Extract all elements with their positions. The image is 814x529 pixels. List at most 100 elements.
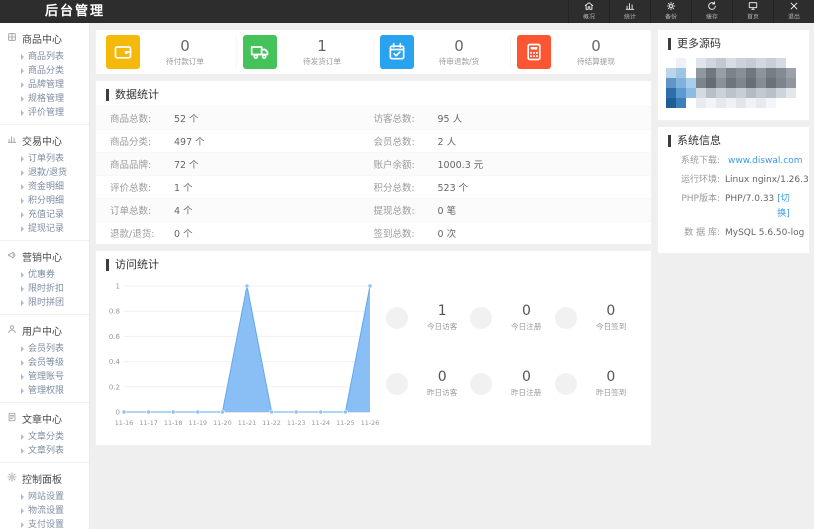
system-info-row: 数 据 库:MySQL 5.6.50-log (658, 224, 809, 243)
sidebar-section: 控制面板网站设置物流设置支付设置导航管理广告管理友情链接 (0, 463, 89, 529)
stat-label: 会员总数: (374, 134, 438, 148)
mini-stat-meta: 0今日注册 (498, 304, 554, 332)
sidebar-section-商品中心[interactable]: 商品中心 (0, 26, 89, 50)
data-stats-cell: 积分总数:523 个 (374, 180, 638, 194)
sidebar-item-评价管理[interactable]: 评价管理 (0, 106, 89, 120)
gear-icon (666, 1, 676, 11)
mosaic-pixel (786, 88, 796, 98)
content-column: 0待付款订单1待发货订单0待审退款/货0待结算提现 数据统计 商品总数:52 个… (95, 29, 652, 529)
system-info-label: PHP版本: (668, 192, 720, 222)
header-actions: 概况统计备份 缓存首页退出 (568, 0, 814, 23)
chevron-right-icon (21, 198, 24, 204)
sidebar-section-label: 商品中心 (22, 31, 62, 46)
sidebar-section-营销中心[interactable]: 营销中心 (0, 244, 89, 268)
mini-stat-meta: 0今日签到 (583, 304, 639, 332)
sidebar-item-label: 商品列表 (28, 52, 64, 62)
data-stats-cell: 提现总数:0 笔 (374, 203, 638, 217)
blurred-logo-image[interactable] (666, 58, 801, 108)
sidebar-item-退款/退货[interactable]: 退款/退货 (0, 166, 89, 180)
svg-text:1: 1 (116, 283, 120, 291)
sidebar-item-文章列表[interactable]: 文章列表 (0, 444, 89, 458)
mosaic-pixel (696, 88, 706, 98)
mosaic-pixel (716, 58, 726, 68)
chevron-right-icon (21, 54, 24, 60)
sidebar-section-文章中心[interactable]: 文章中心 (0, 406, 89, 430)
mosaic-pixel (716, 68, 726, 78)
mosaic-pixel (746, 88, 756, 98)
svg-text:11-23: 11-23 (287, 419, 306, 427)
sidebar-section-控制面板[interactable]: 控制面板 (0, 466, 89, 490)
header-action-退出[interactable]: 退出 (773, 0, 814, 23)
sidebar-item-label: 会员列表 (28, 344, 64, 354)
sidebar-section: 营销中心优惠券限时折扣限时拼团 (0, 241, 89, 315)
sidebar-item-物流设置[interactable]: 物流设置 (0, 504, 89, 518)
sidebar-item-文章分类[interactable]: 文章分类 (0, 430, 89, 444)
mini-stat-今日签到: 0今日签到 (555, 304, 639, 332)
sidebar-item-充值记录[interactable]: 充值记录 (0, 208, 89, 222)
mosaic-pixel (716, 78, 726, 88)
header-action-概况[interactable]: 概况 (568, 0, 609, 23)
sidebar-item-label: 规格管理 (28, 94, 64, 104)
chevron-right-icon (21, 212, 24, 218)
system-info-value: PHP/7.0.33 (725, 192, 774, 222)
sidebar-item-规格管理[interactable]: 规格管理 (0, 92, 89, 106)
chevron-right-icon (21, 494, 24, 500)
summary-card-待审退款/货[interactable]: 0待审退款/货 (373, 35, 510, 69)
sidebar-item-管理权限[interactable]: 管理权限 (0, 384, 89, 398)
sidebar-item-限时折扣[interactable]: 限时折扣 (0, 282, 89, 296)
stat-circle-icon (470, 373, 492, 395)
sidebar-item-label: 充值记录 (28, 210, 64, 220)
svg-text:0.6: 0.6 (109, 333, 121, 341)
header-action-首页[interactable]: 首页 (732, 0, 773, 23)
mosaic-pixel (736, 88, 746, 98)
sidebar-item-管理账号[interactable]: 管理账号 (0, 370, 89, 384)
layout: 商品中心商品列表商品分类品牌管理规格管理评价管理交易中心订单列表退款/退货资金明… (0, 23, 814, 529)
mosaic-pixel (776, 98, 786, 108)
sidebar-item-品牌管理[interactable]: 品牌管理 (0, 78, 89, 92)
sidebar-item-支付设置[interactable]: 支付设置 (0, 518, 89, 529)
summary-cards-panel: 0待付款订单1待发货订单0待审退款/货0待结算提现 (95, 29, 652, 75)
sidebar-section-交易中心[interactable]: 交易中心 (0, 128, 89, 152)
sidebar-item-订单列表[interactable]: 订单列表 (0, 152, 89, 166)
mini-stat-meta: 1今日访客 (414, 304, 470, 332)
data-stats-cell: 签到总数:0 次 (374, 226, 638, 240)
summary-card-待结算提现[interactable]: 0待结算提现 (510, 35, 647, 69)
sidebar-item-商品分类[interactable]: 商品分类 (0, 64, 89, 78)
header-action-label: 备份 (665, 13, 677, 22)
sidebar-item-优惠券[interactable]: 优惠券 (0, 268, 89, 282)
sidebar-item-会员列表[interactable]: 会员列表 (0, 342, 89, 356)
sidebar-item-提现记录[interactable]: 提现记录 (0, 222, 89, 236)
app-header: 后台管理 概况统计备份缓存首页退出 (0, 0, 814, 23)
card-value: 0 (551, 38, 641, 54)
sidebar-item-网站设置[interactable]: 网站设置 (0, 490, 89, 504)
system-info-value: Linux nginx/1.26.3 (725, 173, 809, 188)
summary-card-待发货订单[interactable]: 1待发货订单 (236, 35, 373, 69)
header-action-备份[interactable]: 备份 (650, 0, 691, 23)
mini-stat-meta: 0昨日签到 (583, 370, 639, 398)
summary-card-待付款订单[interactable]: 0待付款订单 (100, 35, 236, 69)
data-stats-cell: 商品总数:52 个 (110, 111, 374, 125)
sidebar-item-资金明细[interactable]: 资金明细 (0, 180, 89, 194)
sidebar-item-积分明细[interactable]: 积分明细 (0, 194, 89, 208)
sidebar-item-商品列表[interactable]: 商品列表 (0, 50, 89, 64)
sidebar-item-会员等级[interactable]: 会员等级 (0, 356, 89, 370)
chevron-right-icon (21, 110, 24, 116)
sidebar-item-label: 文章列表 (28, 446, 64, 456)
sidebar-section-用户中心[interactable]: 用户中心 (0, 318, 89, 342)
sidebar-section-label: 文章中心 (22, 411, 62, 426)
sidebar-item-label: 商品分类 (28, 66, 64, 76)
card-value: 1 (277, 38, 367, 54)
switch-link[interactable]: [切换] (777, 192, 799, 222)
svg-text:0: 0 (116, 409, 120, 417)
mosaic-pixel (696, 68, 706, 78)
calendar-check-icon (380, 35, 414, 69)
system-info-value[interactable]: www.diswal.com (728, 154, 802, 169)
mosaic-pixel (786, 78, 796, 88)
user-icon (7, 324, 17, 337)
sidebar-item-限时拼团[interactable]: 限时拼团 (0, 296, 89, 310)
chevron-right-icon (21, 68, 24, 74)
header-action-统计[interactable]: 统计 (609, 0, 650, 23)
header-action-缓存[interactable]: 缓存 (691, 0, 732, 23)
mosaic-pixel (716, 98, 726, 108)
mosaic-pixel (696, 98, 706, 108)
